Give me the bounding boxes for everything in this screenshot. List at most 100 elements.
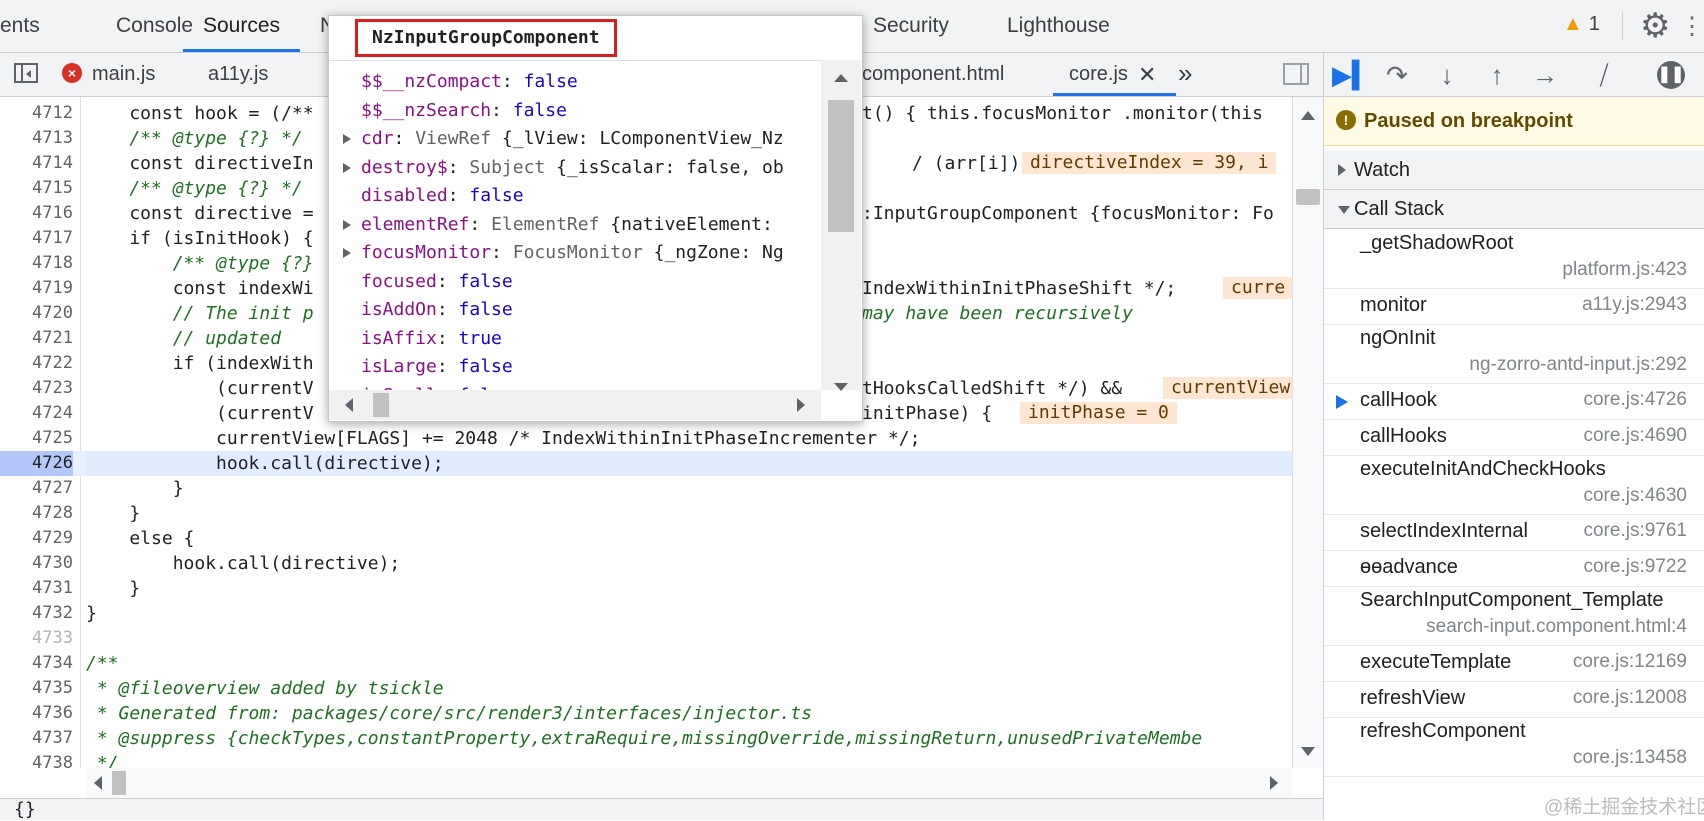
line-number[interactable]: 4712 (0, 101, 73, 126)
scroll-thumb[interactable] (828, 100, 854, 232)
property-row[interactable]: isLarge: false (361, 354, 513, 380)
file-tab-a11y[interactable]: a11y.js (208, 53, 268, 96)
resume-icon[interactable]: ▶▍ (1332, 57, 1372, 93)
scroll-thumb[interactable] (112, 771, 126, 795)
line-number[interactable]: 4714 (0, 151, 73, 176)
line-number[interactable]: 4734 (0, 651, 73, 676)
current-execution-line[interactable]: 4726 hook.call(directive); (0, 451, 1292, 476)
frame-location[interactable]: search-input.component.html:4 (1426, 616, 1687, 638)
step-out-icon[interactable]: ↑ (1479, 57, 1515, 93)
callstack-section-header[interactable]: Call Stack (1324, 190, 1704, 229)
line-number[interactable]: 4725 (0, 426, 73, 451)
call-frame[interactable]: callHooks core.js:4690 (1324, 419, 1704, 456)
step-icon[interactable]: → (1527, 57, 1563, 93)
line-number[interactable]: 4719 (0, 276, 73, 301)
pretty-print-button[interactable]: {} (14, 799, 36, 820)
code-line[interactable]: 4735 * @fileoverview added by tsickle (0, 676, 1292, 701)
editor-horizontal-scrollbar[interactable] (86, 768, 1292, 798)
more-tabs-chevron-icon[interactable]: » (1178, 53, 1192, 93)
line-number[interactable]: 4724 (0, 401, 73, 426)
step-into-icon[interactable]: ↓ (1429, 57, 1465, 93)
deactivate-breakpoints-icon[interactable]: ⧸ (1586, 57, 1622, 93)
line-number[interactable]: 4713 (0, 126, 73, 151)
code-line[interactable]: 4734 /** (0, 651, 1292, 676)
scroll-up-arrow-icon[interactable] (1301, 111, 1315, 120)
expand-arrow-icon[interactable] (343, 134, 351, 144)
warnings-counter[interactable]: ▲ 1 (1563, 13, 1600, 36)
frame-location[interactable]: core.js:12169 (1573, 651, 1687, 673)
object-preview-popover[interactable]: NzInputGroupComponent $$__nzCompact: fal… (328, 15, 863, 422)
scroll-down-arrow-icon[interactable] (1301, 747, 1315, 756)
tab-lighthouse[interactable]: Lighthouse (1007, 0, 1110, 52)
pause-on-exceptions-icon[interactable]: ❚❚ (1657, 61, 1685, 89)
line-number[interactable]: 4732 (0, 601, 73, 626)
toggle-debugger-icon[interactable] (1283, 63, 1309, 85)
popover-horizontal-scrollbar[interactable] (329, 390, 821, 420)
line-number[interactable]: 4731 (0, 576, 73, 601)
property-row[interactable]: isAffix: true (361, 326, 502, 352)
tab-elements[interactable]: ents (0, 0, 40, 52)
code-line[interactable]: 4736 * Generated from: packages/core/src… (0, 701, 1292, 726)
scroll-right-arrow-icon[interactable] (797, 398, 805, 412)
scroll-right-arrow-icon[interactable] (1270, 776, 1278, 790)
expand-arrow-icon[interactable] (343, 248, 351, 258)
scroll-left-arrow-icon[interactable] (345, 398, 353, 412)
code-line[interactable]: 4727 } (0, 476, 1292, 501)
line-number[interactable]: 4720 (0, 301, 73, 326)
watch-section-header[interactable]: Watch (1324, 151, 1704, 190)
code-line[interactable]: 4731 } (0, 576, 1292, 601)
scroll-thumb[interactable] (1296, 189, 1320, 205)
line-number[interactable]: 4737 (0, 726, 73, 751)
line-number[interactable]: 4715 (0, 176, 73, 201)
call-frame[interactable]: selectIndexInternal core.js:9761 (1324, 514, 1704, 551)
call-frame[interactable]: monitor a11y.js:2943 (1324, 288, 1704, 325)
line-number[interactable]: 4727 (0, 476, 73, 501)
property-row[interactable]: focusMonitor: FocusMonitor {_ngZone: Ng (343, 240, 784, 266)
code-line[interactable]: 4729 else { (0, 526, 1292, 551)
code-line[interactable]: 4728 } (0, 501, 1292, 526)
line-number[interactable]: 4736 (0, 701, 73, 726)
line-number[interactable]: 4726 (0, 451, 73, 476)
line-number[interactable]: 4730 (0, 551, 73, 576)
call-frame[interactable]: ngOnInit ng-zorro-antd-input.js:292 (1324, 324, 1704, 384)
property-row[interactable]: isSmall: false (361, 383, 513, 391)
code-line[interactable]: 4725 currentView[FLAGS] += 2048 /* Index… (0, 426, 1292, 451)
line-number[interactable]: 4728 (0, 501, 73, 526)
line-number[interactable]: 4721 (0, 326, 73, 351)
line-number[interactable]: 4733 (0, 626, 73, 651)
frame-location[interactable]: ng-zorro-antd-input.js:292 (1469, 354, 1687, 376)
frame-location[interactable]: core.js:4690 (1583, 425, 1687, 447)
line-number[interactable]: 4735 (0, 676, 73, 701)
call-frame[interactable]: refreshView core.js:12008 (1324, 681, 1704, 718)
code-line[interactable]: 4738 */ (0, 751, 1292, 768)
frame-location[interactable]: platform.js:423 (1562, 259, 1687, 281)
line-number[interactable]: 4723 (0, 376, 73, 401)
property-row[interactable]: elementRef: ElementRef {nativeElement: (343, 212, 773, 238)
tab-sources[interactable]: Sources (182, 0, 301, 52)
file-tab-core[interactable]: core.js (1053, 53, 1176, 96)
step-over-icon[interactable]: ↷ (1379, 57, 1415, 93)
property-row[interactable]: disabled: false (361, 183, 524, 209)
editor-vertical-scrollbar[interactable] (1292, 97, 1323, 768)
property-row[interactable]: cdr: ViewRef {_lView: LComponentView_Nz (343, 126, 784, 152)
line-number[interactable]: 4738 (0, 751, 73, 768)
property-row[interactable]: $$__nzCompact: false (361, 69, 578, 95)
line-number[interactable]: 4716 (0, 201, 73, 226)
tab-security[interactable]: Security (873, 0, 949, 52)
more-options-icon[interactable]: ⋮ (1680, 12, 1704, 41)
scroll-up-arrow-icon[interactable] (834, 74, 848, 82)
code-line[interactable]: 4733 (0, 626, 1292, 651)
line-number[interactable]: 4717 (0, 226, 73, 251)
call-frame[interactable]: SearchInputComponent_Template search-inpu… (1324, 586, 1704, 646)
call-frame[interactable]: refreshComponent core.js:13458 (1324, 717, 1704, 777)
call-frame[interactable]: ɵɵadvance core.js:9722 (1324, 550, 1704, 587)
call-frame[interactable]: executeTemplate core.js:12169 (1324, 645, 1704, 682)
popover-vertical-scrollbar[interactable] (821, 60, 861, 391)
frame-location[interactable]: core.js:4630 (1583, 485, 1687, 507)
call-frame[interactable]: executeInitAndCheckHooks core.js:4630 (1324, 455, 1704, 515)
frame-location[interactable]: core.js:4726 (1583, 389, 1687, 411)
close-tab-icon[interactable]: ✕ (1138, 53, 1156, 96)
file-tab-main[interactable]: main.js (92, 53, 155, 96)
line-number[interactable]: 4729 (0, 526, 73, 551)
frame-location[interactable]: core.js:12008 (1573, 687, 1687, 709)
